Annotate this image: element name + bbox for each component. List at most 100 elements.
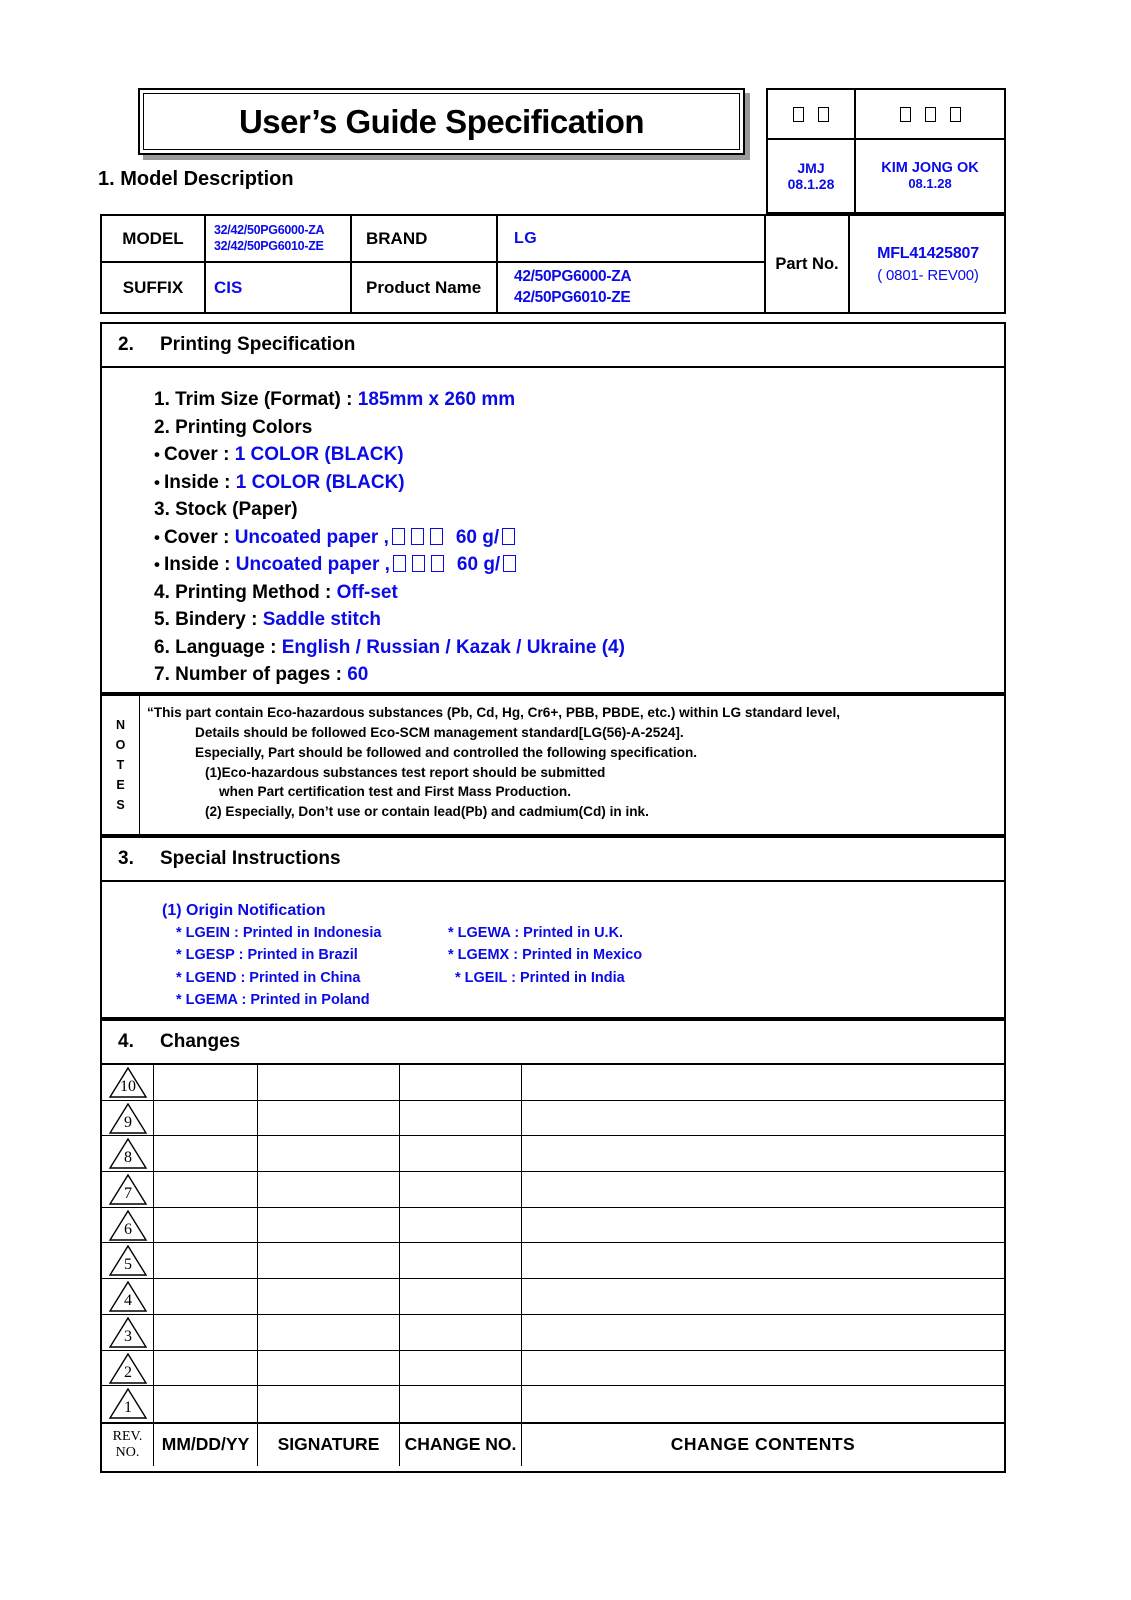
part-number-block: Part No. MFL41425807 ( 0801- REV00) [766,216,1006,312]
change-no-cell[interactable] [400,1100,522,1136]
table-row[interactable]: 9 [102,1100,1004,1137]
date-cell[interactable] [154,1314,258,1350]
suffix-value-cell: CIS [206,263,352,312]
change-no-cell[interactable] [400,1279,522,1314]
spec-line-language: 6. Language : English / Russian / Kazak … [154,634,1004,662]
cjk-glyph-box-icon [430,555,444,573]
document-title-inner-frame: User’s Guide Specification [143,93,740,150]
date-cell[interactable] [154,1136,258,1172]
spec-value: English / Russian / Kazak / Ukraine (4) [281,636,625,658]
notes-letter: E [116,778,125,792]
table-row[interactable]: 7 [102,1172,1004,1208]
change-no-cell[interactable] [400,1386,522,1422]
notes-letter: O [115,738,126,752]
date-cell[interactable] [154,1065,258,1100]
revision-triangle-icon: 2 [108,1352,148,1384]
product-name-line1: 42/50PG6000-ZA [514,268,632,286]
product-name-value-cell: 42/50PG6000-ZA 42/50PG6010-ZE [498,263,764,312]
signature-cell[interactable] [258,1386,400,1422]
change-contents-cell[interactable] [522,1279,1004,1314]
change-contents-cell[interactable] [522,1065,1004,1100]
revision-marker-cell: 2 [102,1350,154,1386]
revision-number: 7 [124,1185,132,1203]
table-row[interactable]: 5 [102,1243,1004,1280]
date-header: MM/DD/YY [154,1423,258,1466]
change-no-cell[interactable] [400,1065,522,1100]
rev-no-header: REV. NO. [102,1423,154,1466]
section3-heading: Special Instructions [160,848,341,869]
product-name-label: Product Name [352,263,498,312]
signature-cell[interactable] [258,1314,400,1350]
change-no-cell[interactable] [400,1314,522,1350]
date-cell[interactable] [154,1207,258,1243]
section2-number: 2. [118,334,134,355]
note-line: Details should be followed Eco-SCM manag… [195,724,684,740]
table-row[interactable]: 3 [102,1314,1004,1351]
change-contents-cell[interactable] [522,1136,1004,1171]
special-instructions-body: (1) Origin Notification * LGEIN : Printe… [100,882,1006,1019]
signature-cell[interactable] [258,1100,400,1136]
signature-cell[interactable] [258,1136,400,1172]
change-no-cell[interactable] [400,1243,522,1279]
notes-block: N O T E S “This part contain Eco-hazardo… [100,694,1006,836]
change-no-cell[interactable] [400,1172,522,1207]
signature-cell[interactable] [258,1243,400,1279]
signature-cell[interactable] [258,1350,400,1386]
table-row[interactable]: 10 [102,1065,1004,1101]
change-contents-cell[interactable] [522,1315,1004,1350]
signature-cell[interactable] [258,1172,400,1207]
spec-value-tail: 60 g/ [456,554,501,576]
origin-left: * LGESP : Printed in Brazil [176,947,358,964]
date-cell[interactable] [154,1172,258,1207]
change-contents-cell[interactable] [522,1243,1004,1278]
table-row[interactable]: 8 [102,1136,1004,1173]
change-contents-cell[interactable] [522,1101,1004,1136]
origin-left: * LGEND : Printed in China [176,969,361,986]
origin-right [448,989,748,1011]
change-contents-cell[interactable] [522,1386,1004,1422]
table-row[interactable]: 1 [102,1386,1004,1422]
change-no-cell[interactable] [400,1136,522,1172]
revision-marker-cell: 7 [102,1172,154,1207]
date-cell[interactable] [154,1243,258,1279]
signature-cell[interactable] [258,1065,400,1100]
table-row[interactable]: 2 [102,1350,1004,1387]
change-no-cell[interactable] [400,1207,522,1243]
note-line: (1)Eco-hazardous substances test report … [205,764,606,780]
change-contents-cell[interactable] [522,1172,1004,1207]
table-row[interactable]: 4 [102,1279,1004,1315]
rev-no-line1: REV. [112,1428,143,1444]
revision-triangle-icon: 7 [108,1174,148,1205]
section4-heading: Changes [160,1031,241,1052]
date-cell[interactable] [154,1350,258,1386]
date-cell[interactable] [154,1386,258,1422]
section4-bar: 4. Changes [100,1019,1006,1065]
date-cell[interactable] [154,1100,258,1136]
suffix-label: SUFFIX [102,263,206,312]
approver-date: 08.1.28 [908,175,952,191]
suffix-value: CIS [214,277,243,297]
change-no-cell[interactable] [400,1350,522,1386]
revision-number: 5 [124,1256,132,1274]
suffix-row: SUFFIX CIS Product Name 42/50PG6000-ZA 4… [102,263,764,312]
spec-value: 60 [347,664,369,686]
approval-header-2 [856,90,1004,140]
product-name-line2: 42/50PG6010-ZE [514,288,631,306]
revision-triangle-icon: 4 [108,1281,148,1312]
section2-bar: 2. Printing Specification [100,322,1006,368]
spec-line-inside-color: Inside : 1 COLOR (BLACK) [154,469,1004,497]
table-row[interactable]: 6 [102,1207,1004,1244]
change-contents-cell[interactable] [522,1351,1004,1386]
spec-label: Inside : [163,471,236,493]
rev-no-line2: NO. [115,1444,140,1460]
date-cell[interactable] [154,1279,258,1314]
spec-value: Saddle stitch [262,609,381,631]
revision-triangle-icon: 9 [108,1102,148,1134]
spec-line-inside-stock: Inside : Uncoated paper , 60 g/ [154,551,1004,579]
specification-document: User’s Guide Specification JMJ 08.1.28 K… [0,0,1131,1600]
approval-body-1: JMJ 08.1.28 [768,140,854,212]
signature-cell[interactable] [258,1207,400,1243]
change-contents-cell[interactable] [522,1208,1004,1243]
revision-marker-cell: 5 [102,1243,154,1279]
signature-cell[interactable] [258,1279,400,1314]
